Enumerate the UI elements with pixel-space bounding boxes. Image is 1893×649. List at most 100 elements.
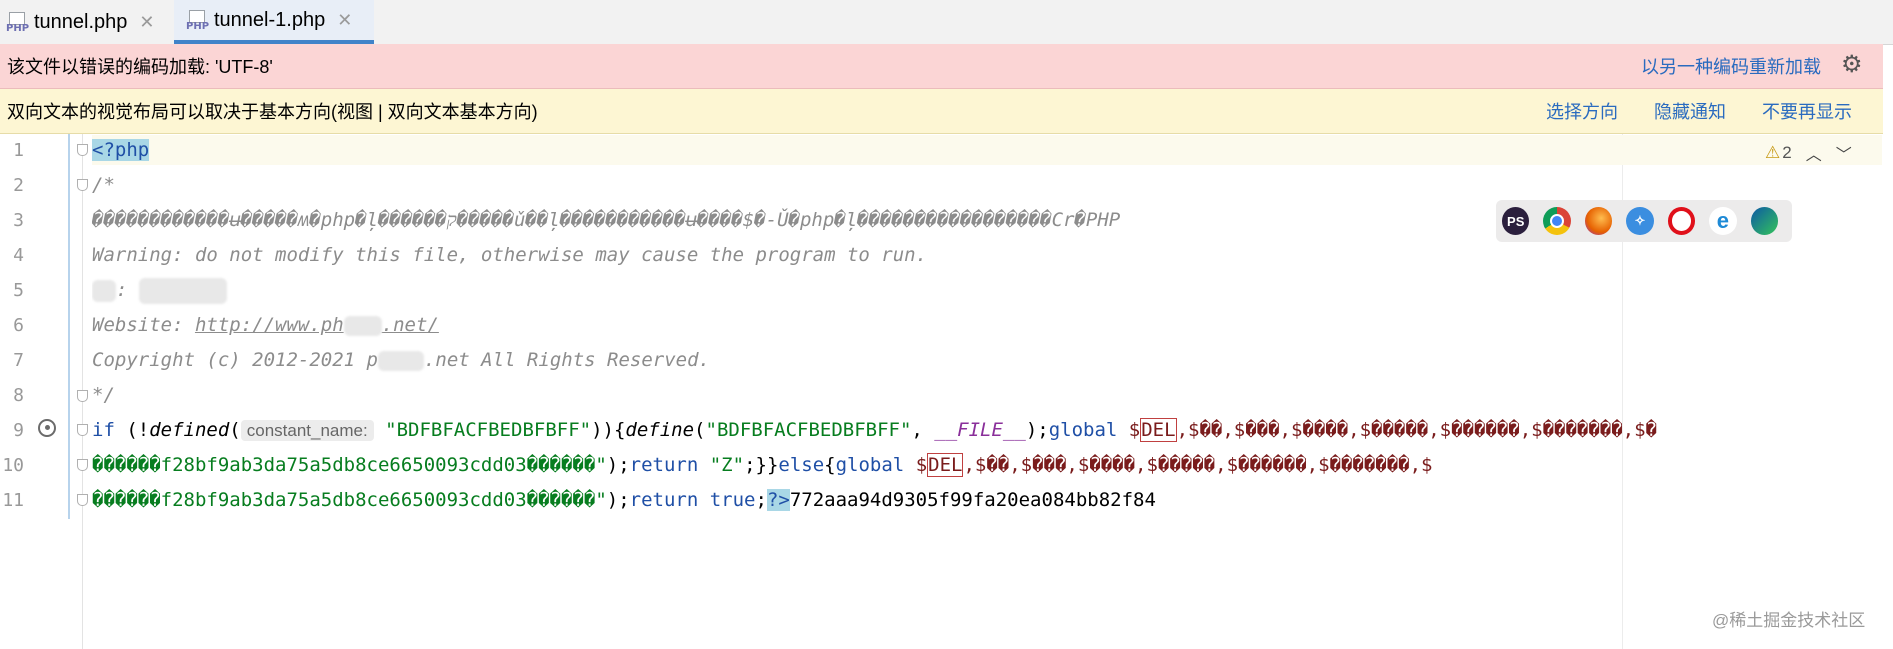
line-number: 4: [13, 245, 24, 266]
code-line-1: <?php: [92, 135, 1882, 165]
magic-constant: __FILE__: [934, 419, 1026, 441]
line-number: 7: [13, 350, 24, 371]
code-text: ;}}: [744, 454, 779, 476]
hide-notice-link[interactable]: 隐藏通知: [1654, 98, 1726, 124]
fold-icon[interactable]: [76, 144, 88, 158]
opera-icon[interactable]: [1667, 207, 1696, 235]
code-text: 772aaa94d9305f99fa20ea084bb82f84: [789, 489, 1156, 511]
keyword: return: [629, 489, 699, 511]
code-line-7: Copyright (c) 2012-2021 p .net All Rights…: [92, 345, 710, 375]
comment-text: :: [116, 279, 128, 301]
php-open-tag: <?php: [92, 139, 150, 161]
tab-label: tunnel.php: [34, 10, 128, 33]
code-line-9: if (!defined(constant_name: "BDFBFACFBED…: [92, 415, 1657, 445]
php-close-tag: ?>: [766, 489, 790, 511]
code-line-4: Warning: do not modify this file, otherw…: [92, 244, 928, 266]
edge-icon[interactable]: [1750, 207, 1779, 235]
encoding-warning-text: 该文件以错误的编码加载: 'UTF-8': [7, 57, 273, 77]
keyword: return: [629, 454, 699, 476]
string-literal: "Z": [698, 454, 745, 476]
function-name: defined: [149, 419, 230, 441]
chrome-icon[interactable]: [1543, 207, 1571, 235]
fold-icon[interactable]: [76, 179, 88, 193]
comment-text: Website:: [92, 314, 195, 336]
variable: $: [1117, 419, 1141, 441]
fold-icon[interactable]: [76, 494, 88, 508]
keyword: true: [698, 489, 756, 511]
browser-preview-bar: PS ✧ e: [1496, 200, 1792, 242]
line-number: 6: [13, 315, 24, 336]
keyword: else: [778, 454, 825, 476]
warning-count: 2: [1782, 143, 1792, 162]
fold-icon[interactable]: [76, 390, 88, 404]
code-line-6: Website: http://www.ph .net/: [92, 310, 439, 340]
code-text: )){: [591, 419, 626, 441]
php-file-icon: PHP: [186, 8, 209, 32]
code-text: );: [606, 454, 630, 476]
tab-tunnel-php[interactable]: PHP tunnel.php ✕: [6, 0, 170, 44]
string-literal: "BDFBFACFBEDBFBFF": [385, 419, 592, 441]
redacted-text: [92, 279, 116, 302]
line-gutter: 1 2 3 4 5 6 7 8 9 10 11: [0, 134, 88, 649]
code-text: );: [606, 489, 630, 511]
variable: ,$��,$���,$����,$�����,$������,$�������,…: [1176, 419, 1657, 441]
line-number: 3: [13, 210, 24, 231]
phpstorm-icon[interactable]: PS: [1502, 207, 1530, 235]
line-number: 2: [13, 175, 24, 196]
line-number: 5: [13, 280, 24, 301]
watermark: @稀土掘金技术社区: [1712, 611, 1866, 630]
fold-icon[interactable]: [76, 459, 88, 473]
fold-icon[interactable]: [76, 424, 88, 438]
keyword: global: [835, 454, 905, 476]
code-text: ;: [755, 489, 767, 511]
string-literal: ������f28bf9ab3da75a5db8ce6650093cdd03��…: [92, 489, 607, 511]
comment-text: .net All Rights Reserved.: [423, 349, 710, 371]
choose-direction-link[interactable]: 选择方向: [1546, 98, 1618, 124]
bidi-control-char: DEL: [1140, 418, 1177, 442]
string-literal: ������f28bf9ab3da75a5db8ce6650093cdd03��…: [92, 454, 607, 476]
code-line-2: /*: [92, 174, 115, 196]
warning-icon: ⚠: [1765, 143, 1781, 162]
comment-text: Copyright (c) 2012-2021 p: [92, 349, 378, 371]
code-text: ,: [911, 419, 935, 441]
bidi-text-banner: 双向文本的视觉布局可以取决于基本方向(视图 | 双向文本基本方向) 选择方向 隐…: [0, 89, 1883, 134]
inspection-widget[interactable]: ⚠ 2 ︿ ﹀: [1765, 141, 1852, 165]
chevron-up-icon[interactable]: ︿: [1806, 141, 1822, 165]
bidi-control-char: DEL: [927, 453, 964, 477]
close-icon[interactable]: ✕: [337, 10, 352, 31]
vcs-change-marker: [68, 134, 70, 519]
code-text: );: [1025, 419, 1049, 441]
tab-tunnel-1-php[interactable]: PHP tunnel-1.php ✕: [174, 0, 374, 44]
link-part: http://www.ph: [194, 314, 344, 336]
dont-show-again-link[interactable]: 不要再显示: [1762, 98, 1852, 124]
code-text: (!: [114, 419, 150, 441]
keyword: if: [92, 419, 115, 441]
line-number: 8: [13, 385, 24, 406]
redacted-text: [377, 350, 424, 371]
line-number: 1: [13, 140, 24, 161]
string-literal: "BDFBFACFBEDBFBFF": [705, 419, 912, 441]
chevron-down-icon[interactable]: ﹀: [1836, 141, 1852, 165]
variable: ,$��,$���,$����,$�����,$������,$�������,…: [963, 454, 1433, 476]
line-number: 9: [13, 420, 24, 441]
tab-label: tunnel-1.php: [214, 8, 326, 31]
safari-icon[interactable]: ✧: [1626, 207, 1654, 235]
rerun-icon[interactable]: [38, 419, 56, 437]
code-text: {: [824, 454, 836, 476]
reload-encoding-link[interactable]: 以另一种编码重新加载: [1641, 53, 1821, 79]
website-link[interactable]: http://www.ph .net/: [195, 314, 439, 336]
bidi-text-message: 双向文本的视觉布局可以取决于基本方向(视图 | 双向文本基本方向): [7, 102, 538, 122]
line-number: 10: [2, 455, 24, 476]
code-text: (: [694, 419, 706, 441]
line-number: 11: [2, 490, 24, 511]
ie-icon[interactable]: e: [1709, 207, 1737, 235]
gear-icon[interactable]: ⚙: [1841, 52, 1867, 78]
redacted-text: [343, 315, 382, 336]
function-name: define: [625, 419, 695, 441]
editor-tab-bar: PHP tunnel.php ✕ PHP tunnel-1.php ✕: [0, 0, 1893, 45]
variable: $: [904, 454, 928, 476]
firefox-icon[interactable]: [1584, 207, 1613, 235]
php-file-icon: PHP: [6, 10, 29, 34]
keyword: global: [1048, 419, 1118, 441]
close-icon[interactable]: ✕: [139, 12, 154, 33]
